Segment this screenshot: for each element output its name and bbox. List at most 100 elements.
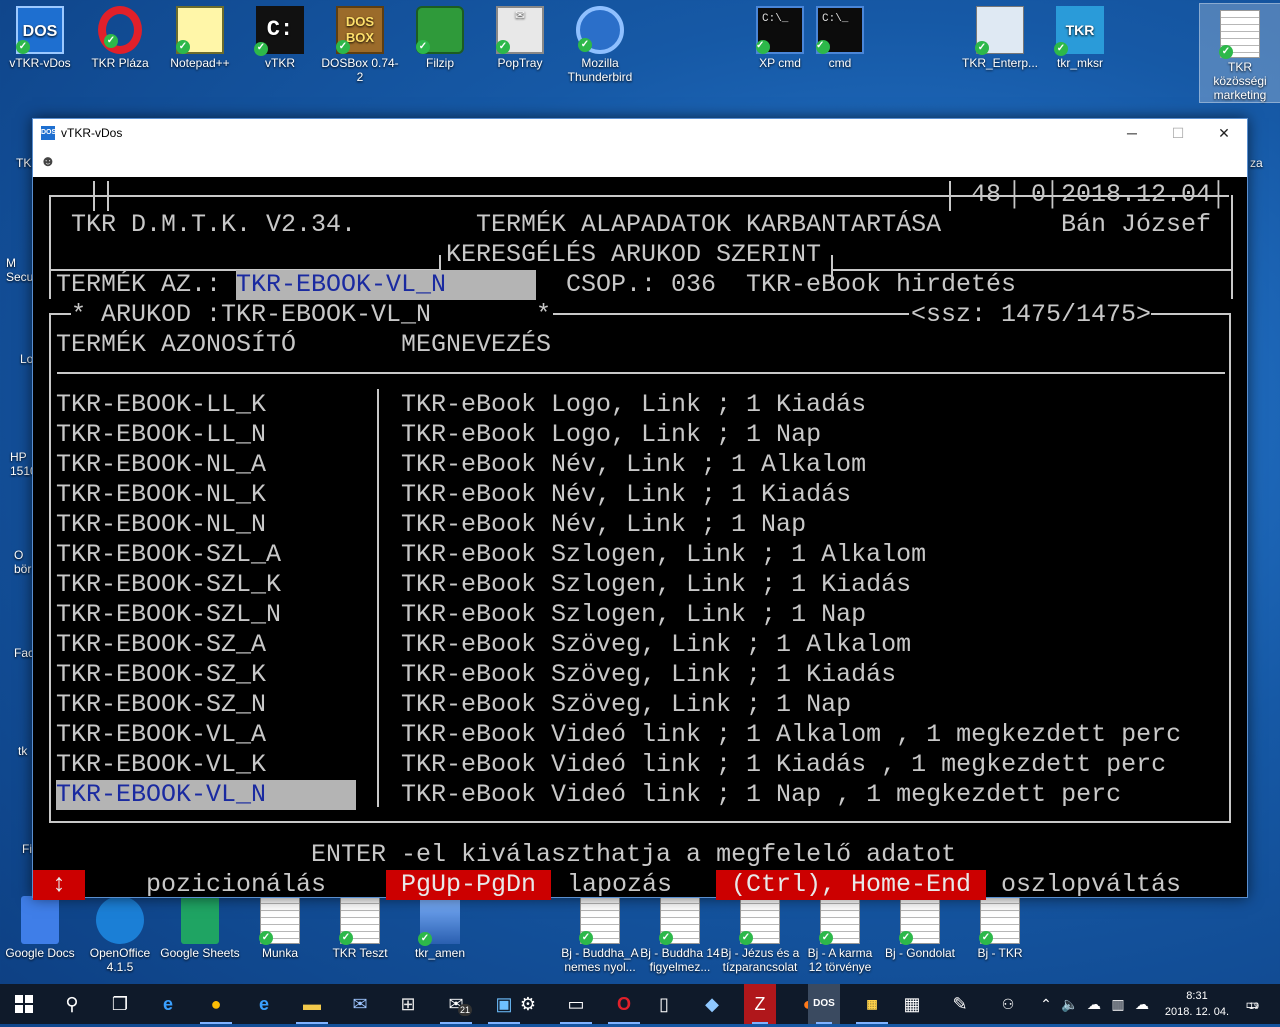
paint-icon[interactable]: ✎ — [936, 984, 984, 1024]
table-row-id[interactable]: TKR-EBOOK-VL_A — [56, 720, 266, 750]
mail-icon[interactable]: ✉ 21 — [432, 984, 480, 1024]
partial-label[interactable]: Fi — [22, 842, 32, 856]
desktop-icon[interactable]: ✉ ✓ PopTray — [480, 0, 560, 70]
table-row-name[interactable]: TKR-eBook Videó link ; 1 Kiadás , 1 megk… — [401, 750, 1166, 780]
clock[interactable]: 8:31 2018. 12. 04. — [1162, 988, 1232, 1020]
desktop-icon[interactable]: C: ✓ vTKR — [240, 0, 320, 70]
table-row-id[interactable]: TKR-EBOOK-SZ_A — [56, 630, 266, 660]
desktop-icon[interactable]: DOS BOX ✓ DOSBox 0.74-2 — [320, 0, 400, 84]
table-row-id[interactable]: TKR-EBOOK-SZL_A — [56, 540, 281, 570]
desktop-icon[interactable]: ✓ Filzip — [400, 0, 480, 70]
table-row-name[interactable]: TKR-eBook Logo, Link ; 1 Kiadás — [401, 390, 866, 420]
table-row-name[interactable]: TKR-eBook Szlogen, Link ; 1 Kiadás — [401, 570, 911, 600]
screen-title: TERMÉK ALAPADATOK KARBANTARTÁSA — [476, 210, 942, 239]
table-row-id[interactable]: TKR-EBOOK-NL_N — [56, 510, 266, 540]
cmd-icon[interactable]: ▭ — [552, 984, 600, 1024]
desktop-icon[interactable]: Google Sheets — [160, 890, 240, 960]
people-icon[interactable]: ⚇ — [996, 984, 1020, 1024]
document-icon[interactable]: ▯ — [640, 984, 688, 1024]
chrome-icon[interactable]: ● — [192, 984, 240, 1024]
table-row-name[interactable]: TKR-eBook Név, Link ; 1 Kiadás — [401, 480, 851, 510]
key-arrows[interactable]: ↕ — [33, 870, 85, 900]
desktop-icon[interactable]: ✓ Munka — [240, 890, 320, 960]
desktop-icon[interactable]: ✓ Bj - Gondolat — [880, 890, 960, 960]
desktop-icon[interactable]: OpenOffice 4.1.5 — [80, 890, 160, 974]
table-row-id[interactable]: TKR-EBOOK-NL_K — [56, 480, 266, 510]
table-row-id[interactable]: TKR-EBOOK-NL_A — [56, 450, 266, 480]
settings-icon[interactable]: ⚙ — [504, 984, 552, 1024]
table-row-id[interactable]: TKR-EBOOK-LL_N — [56, 420, 266, 450]
partial-label[interactable]: za — [1250, 156, 1263, 170]
snipping-icon[interactable]: ◆ — [688, 984, 736, 1024]
table-row-id[interactable]: TKR-EBOOK-SZL_K — [56, 570, 281, 600]
key-home-end[interactable]: (Ctrl), Home-End — [716, 870, 987, 900]
smiley-icon[interactable]: ☻ — [40, 153, 56, 170]
table-row-name[interactable]: TKR-eBook Szöveg, Link ; 1 Kiadás — [401, 660, 896, 690]
desktop-icon[interactable]: ✓ TKR Teszt — [320, 890, 400, 960]
cloud-icon[interactable]: ☁ — [1082, 984, 1106, 1024]
table-row-name[interactable]: TKR-eBook Név, Link ; 1 Alkalom — [401, 450, 866, 480]
search-icon[interactable]: ⚲ — [48, 984, 96, 1024]
product-id-field[interactable]: TKR-EBOOK-VL_N — [236, 270, 536, 300]
desktop-icon[interactable]: ✓ Bj - A karma 12 törvénye — [800, 890, 880, 974]
maximize-button[interactable]: ☐ — [1155, 119, 1201, 147]
internet-explorer-icon[interactable]: e — [240, 984, 288, 1024]
table-row-id[interactable]: TKR-EBOOK-VL_N — [56, 780, 356, 810]
notification-icon[interactable]: ▭ 19 — [1240, 984, 1264, 1024]
desktop-icon[interactable]: ✓ Bj - TKR — [960, 890, 1040, 960]
network-icon[interactable]: ▥ — [1106, 984, 1130, 1024]
desktop-icon[interactable]: DOS ✓ vTKR-vDos — [0, 0, 80, 70]
desktop-icon[interactable]: ✓ tkr_amen — [400, 890, 480, 960]
table-row-id[interactable]: TKR-EBOOK-SZ_K — [56, 660, 266, 690]
desktop-icon[interactable]: C:\_ ✓ cmd — [800, 0, 880, 70]
onedrive-icon[interactable]: ☁ — [1130, 984, 1154, 1024]
desktop-icon[interactable]: TKR ✓ tkr_mksr — [1040, 0, 1120, 70]
partial-label[interactable]: Fac — [14, 646, 34, 660]
table-row-name[interactable]: TKR-eBook Videó link ; 1 Nap , 1 megkezd… — [401, 780, 1121, 810]
vdos-taskbar-icon[interactable]: DOS — [808, 984, 840, 1024]
desktop-icon[interactable]: ✓ Bj - Buddha 14 figyelmez... — [640, 890, 720, 974]
store-icon[interactable]: ⊞ — [384, 984, 432, 1024]
table-row-name[interactable]: TKR-eBook Név, Link ; 1 Nap — [401, 510, 806, 540]
terminal-screen[interactable]: 48 │ 0 │ 2018.12.04 │ TKR D.M.T.K. V2.34… — [33, 177, 1247, 900]
window-titlebar[interactable]: DOS vTKR-vDos ─ ☐ ✕ — [33, 119, 1247, 147]
desktop-icon[interactable]: ✓ Notepad++ — [160, 0, 240, 70]
table-row-name[interactable]: TKR-eBook Szöveg, Link ; 1 Alkalom — [401, 630, 911, 660]
table-row-name[interactable]: TKR-eBook Szöveg, Link ; 1 Nap — [401, 690, 851, 720]
desktop-icon[interactable]: ✓ Bj - Jézus és a tízparancsolat — [720, 890, 800, 974]
partial-label[interactable]: O bör — [14, 548, 34, 576]
table-row-id[interactable]: TKR-EBOOK-LL_K — [56, 390, 266, 420]
start-button[interactable] — [0, 984, 48, 1024]
table-row-name[interactable]: TKR-eBook Szlogen, Link ; 1 Alkalom — [401, 540, 926, 570]
table-row-id[interactable]: TKR-EBOOK-SZ_N — [56, 690, 266, 720]
desktop-icon[interactable]: ✓ TKR közösségi marketing — [1199, 3, 1280, 103]
table-row-name[interactable]: TKR-eBook Szlogen, Link ; 1 Nap — [401, 600, 866, 630]
calculator-icon[interactable]: ▦ — [888, 984, 936, 1024]
table-row-name[interactable]: TKR-eBook Videó link ; 1 Alkalom , 1 meg… — [401, 720, 1181, 750]
desktop-icon[interactable]: ✓ Mozilla Thunderbird — [560, 0, 640, 84]
volume-icon[interactable]: 🔈 — [1058, 984, 1082, 1024]
notepadpp-icon: ✓ — [176, 6, 224, 54]
desktop-icon[interactable]: ✓ TKR Pláza — [80, 0, 160, 70]
desktop-icon[interactable]: ✓ Bj - Buddha_A nemes nyol... — [560, 890, 640, 974]
file-explorer-icon[interactable]: ▬ — [288, 984, 336, 1024]
task-view-icon[interactable]: ❐ — [96, 984, 144, 1024]
partial-label[interactable]: HP 1510 — [10, 450, 37, 478]
search-value[interactable]: TKR-EBOOK-VL_N — [221, 300, 431, 330]
minimize-button[interactable]: ─ — [1109, 119, 1155, 147]
partial-label[interactable]: TK — [16, 156, 31, 170]
key-pgup-pgdn[interactable]: PgUp-PgDn — [386, 870, 552, 900]
table-row-id[interactable]: TKR-EBOOK-SZL_N — [56, 600, 281, 630]
close-button[interactable]: ✕ — [1201, 119, 1247, 147]
table-row-name[interactable]: TKR-eBook Logo, Link ; 1 Nap — [401, 420, 821, 450]
counter-a: 48 — [971, 180, 1002, 209]
chevron-up-icon[interactable]: ⌃ — [1034, 984, 1058, 1024]
desktop-icon[interactable]: ✓ TKR_Enterp... — [960, 0, 1040, 70]
group-name: TKR-eBook hirdetés — [746, 270, 1017, 299]
table-row-id[interactable]: TKR-EBOOK-VL_K — [56, 750, 266, 780]
filezilla-icon[interactable]: Z — [744, 984, 776, 1024]
desktop-icon[interactable]: Google Docs — [0, 890, 80, 960]
outlook-icon[interactable]: ✉ — [336, 984, 384, 1024]
partial-label[interactable]: tk — [18, 744, 27, 758]
edge-icon[interactable]: e — [144, 984, 192, 1024]
